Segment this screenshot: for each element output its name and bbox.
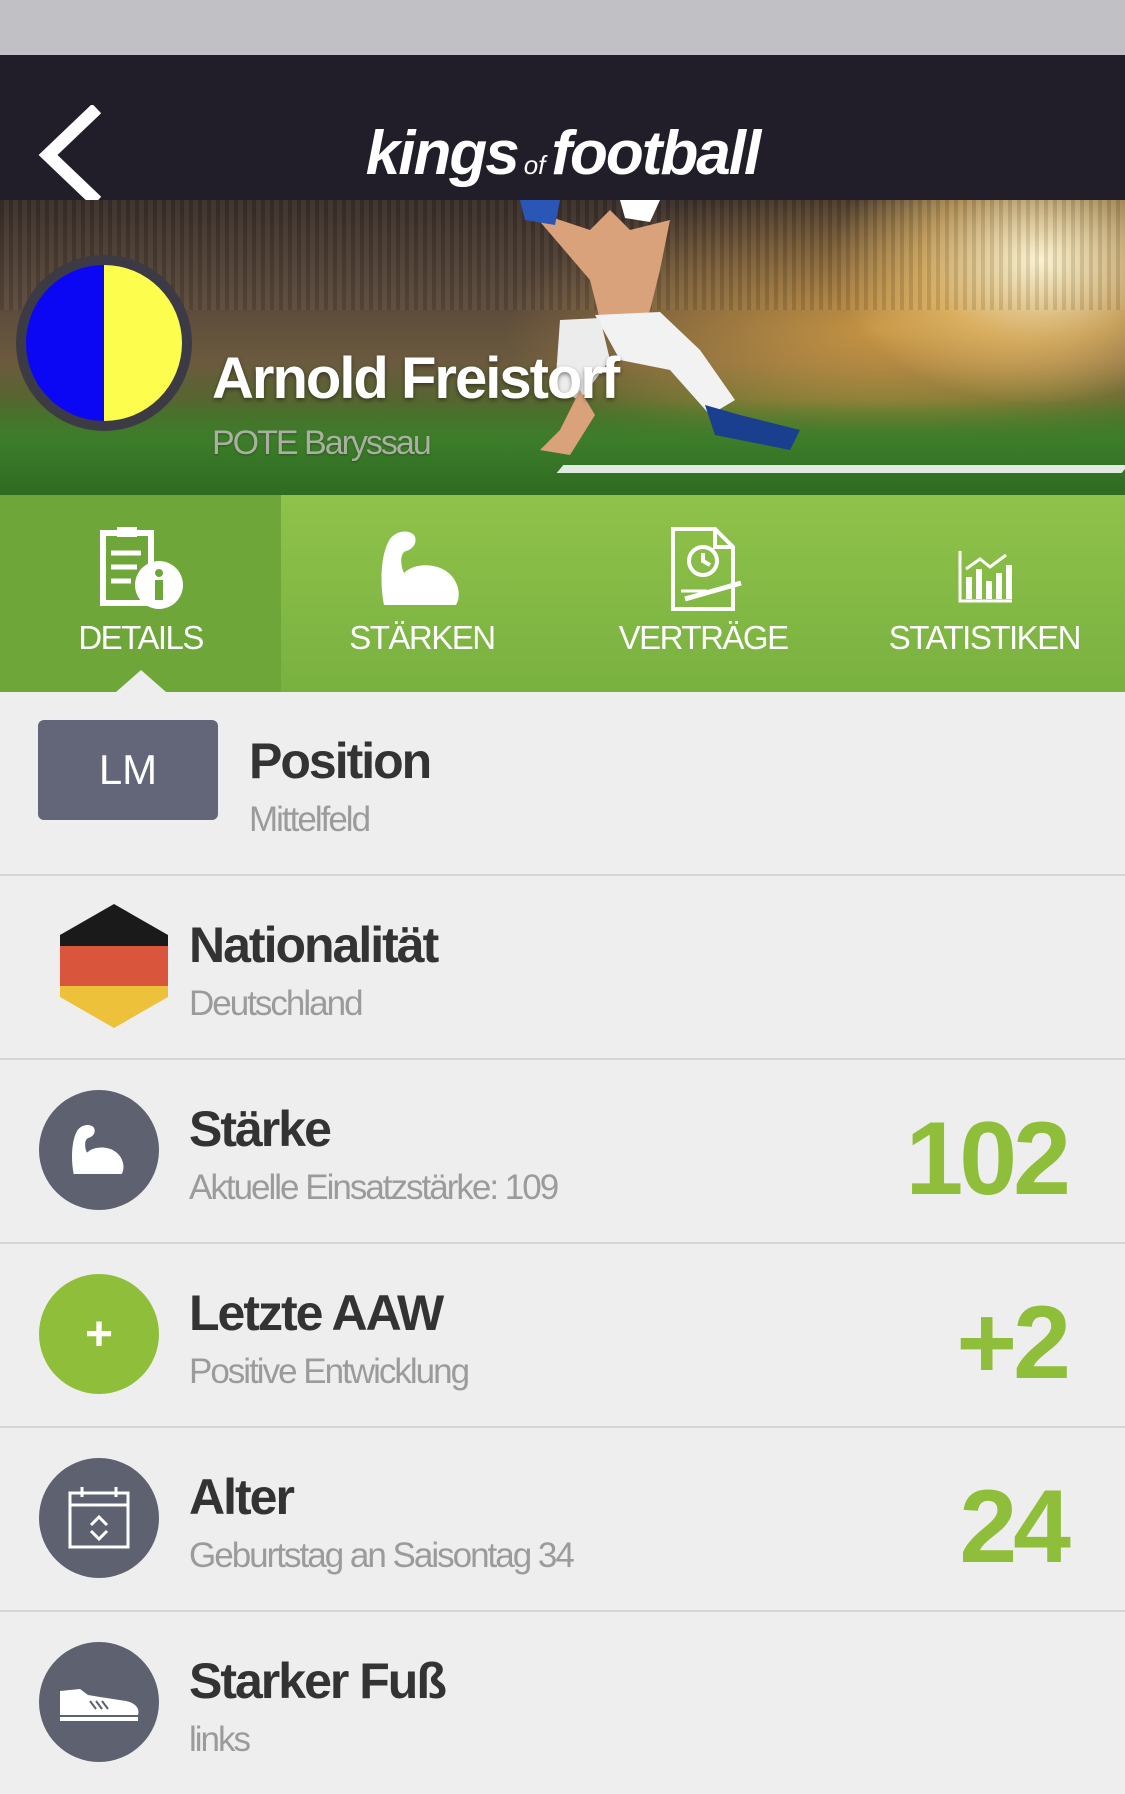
player-name: Arnold Freistorf — [212, 346, 620, 411]
foot-circle — [39, 1642, 159, 1762]
details-info-icon — [99, 527, 183, 609]
tab-label: STÄRKEN — [349, 619, 496, 656]
last-aaw-value: +2 — [956, 1285, 1071, 1401]
row-title: Nationalität — [189, 917, 439, 973]
position-badge: LM — [38, 720, 218, 820]
plus-icon: + — [39, 1274, 159, 1394]
row-title: Stärke — [189, 1101, 332, 1157]
row-subtitle: links — [189, 1720, 251, 1759]
bar-chart-icon — [958, 551, 1013, 603]
row-title: Letzte AAW — [189, 1285, 444, 1341]
tab-label: VERTRÄGE — [618, 619, 789, 656]
row-subtitle: Deutschland — [189, 984, 364, 1023]
football-boot-icon — [60, 1689, 139, 1721]
club-badge — [16, 255, 192, 431]
club-color-yellow — [104, 265, 182, 421]
strength-row[interactable]: Stärke Aktuelle Einsatzstärke: 109 102 — [0, 1060, 1125, 1244]
germany-flag-icon — [60, 904, 168, 1028]
position-row[interactable]: LM Position Mittelfeld — [0, 692, 1125, 876]
club-color-blue — [26, 265, 104, 421]
celebrating-player-image — [520, 200, 800, 455]
row-subtitle: Mittelfeld — [249, 800, 371, 839]
row-title: Alter — [189, 1469, 295, 1525]
row-title: Starker Fuß — [189, 1653, 447, 1709]
active-tab-pointer — [115, 670, 166, 692]
pitch-line — [556, 465, 1125, 473]
tab-bar: DETAILS STÄRKEN VERTRÄGE STATISTIKEN — [0, 495, 1125, 692]
club-colors — [26, 265, 182, 421]
plus-glyph: + — [84, 1307, 114, 1361]
row-subtitle: Geburtstag an Saisontag 34 — [189, 1536, 575, 1575]
nav-bar: kings offootball — [0, 55, 1125, 207]
age-value: 24 — [959, 1469, 1071, 1585]
biceps-icon — [381, 531, 459, 605]
strong-foot-row[interactable]: Starker Fuß links — [0, 1612, 1125, 1794]
tab-statistiken[interactable]: STATISTIKEN — [844, 495, 1125, 692]
biceps-icon — [72, 1125, 124, 1174]
player-club: POTE Baryssau — [212, 424, 432, 462]
tab-vertraege[interactable]: VERTRÄGE — [563, 495, 844, 692]
logo-kings: kings — [365, 119, 520, 188]
calendar-icon — [68, 1487, 130, 1549]
last-aaw-row[interactable]: + Letzte AAW Positive Entwicklung +2 — [0, 1244, 1125, 1428]
tab-label: DETAILS — [78, 619, 204, 656]
logo-football: football — [551, 119, 761, 188]
logo-of: of — [523, 150, 546, 180]
row-subtitle: Positive Entwicklung — [189, 1352, 470, 1391]
row-subtitle: Aktuelle Einsatzstärke: 109 — [189, 1168, 559, 1207]
tab-label: STATISTIKEN — [888, 619, 1082, 656]
tab-details[interactable]: DETAILS — [0, 495, 282, 692]
nationality-row[interactable]: Nationalität Deutschland — [0, 876, 1125, 1060]
app-logo: kings offootball — [0, 123, 1125, 185]
details-list: LM Position Mittelfeld Nationalität Deut… — [0, 692, 1125, 1794]
tab-staerken[interactable]: STÄRKEN — [281, 495, 562, 692]
contract-clock-icon — [671, 527, 742, 611]
age-row[interactable]: Alter Geburtstag an Saisontag 34 24 — [0, 1428, 1125, 1612]
status-bar — [0, 0, 1125, 55]
strength-value: 102 — [905, 1101, 1071, 1217]
row-title: Position — [249, 733, 432, 789]
strength-circle — [39, 1090, 159, 1210]
age-circle — [39, 1458, 159, 1578]
